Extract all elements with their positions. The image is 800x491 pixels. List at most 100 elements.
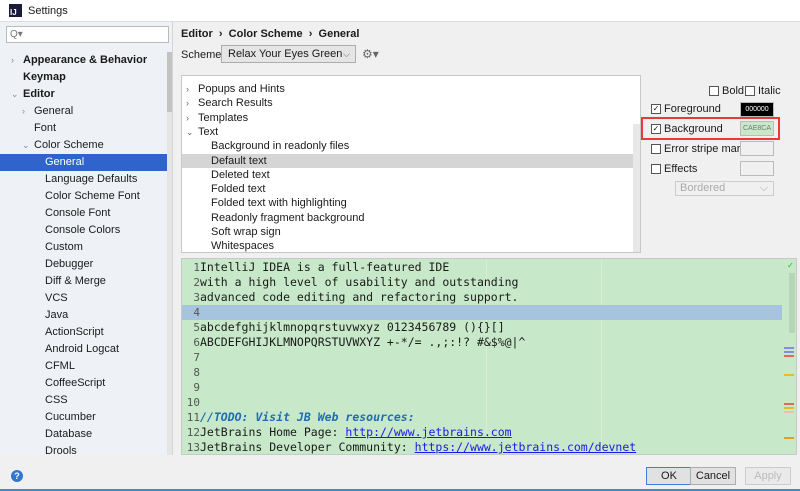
- italic-checkbox[interactable]: [745, 86, 755, 96]
- sidebar-item-label: General: [34, 105, 74, 117]
- sidebar-item[interactable]: Console Font: [0, 205, 167, 222]
- tree-scrollbar[interactable]: [633, 124, 640, 252]
- sidebar-item-label: Font: [34, 122, 57, 134]
- editor-line: 11//TODO: Visit JB Web resources:: [182, 410, 782, 425]
- help-icon[interactable]: ?: [11, 470, 23, 482]
- sidebar-item[interactable]: › Appearance & Behavior: [0, 52, 167, 69]
- sidebar-item[interactable]: VCS: [0, 290, 167, 307]
- sidebar-item[interactable]: ⌄ Color Scheme: [0, 137, 167, 154]
- sidebar-item[interactable]: Database: [0, 426, 167, 443]
- line-text: abcdefghijklmnopqrstuvwxyz 0123456789 ()…: [200, 320, 505, 334]
- line-number: 3: [193, 291, 200, 304]
- cancel-button[interactable]: Cancel: [690, 467, 736, 485]
- effects-checkbox[interactable]: [651, 164, 661, 174]
- sidebar-item[interactable]: CoffeeScript: [0, 375, 167, 392]
- scheme-label: Scheme:: [181, 49, 225, 61]
- sidebar-item[interactable]: Diff & Merge: [0, 273, 167, 290]
- sidebar-item-label: Console Font: [45, 207, 111, 219]
- error-stripe-checkbox[interactable]: [651, 144, 661, 154]
- sidebar-scrollbar[interactable]: [167, 52, 172, 455]
- sidebar-item[interactable]: › General: [0, 103, 167, 120]
- sidebar-item-label: Language Defaults: [45, 173, 138, 185]
- chevron-down-icon[interactable]: ⌄: [22, 137, 30, 154]
- effects-style-value: Bordered: [680, 182, 726, 194]
- preview-editor[interactable]: 1IntelliJ IDEA is a full-featured IDE 2wi…: [181, 258, 797, 455]
- chevron-right-icon[interactable]: ›: [186, 111, 189, 125]
- link[interactable]: http://www.jetbrains.com: [345, 425, 511, 439]
- chevron-right-icon[interactable]: ›: [186, 82, 189, 96]
- line-number: 11: [186, 411, 200, 424]
- sidebar-item-label: General: [45, 156, 85, 168]
- tree-row[interactable]: Readonly fragment background: [182, 211, 634, 225]
- sidebar-item[interactable]: Keymap: [0, 69, 167, 86]
- line-number: 12: [186, 426, 200, 439]
- tree-row[interactable]: Folded text with highlighting: [182, 196, 634, 210]
- sidebar-item-label: ActionScript: [45, 326, 104, 338]
- sidebar-item[interactable]: Custom: [0, 239, 167, 256]
- sidebar-item[interactable]: Language Defaults: [0, 171, 167, 188]
- tree-row-label: Soft wrap sign: [211, 226, 281, 238]
- tree-row[interactable]: ⌄ Text: [182, 125, 634, 139]
- editor-scrollbar[interactable]: [789, 273, 795, 333]
- effects-label: Effects: [664, 163, 698, 175]
- breadcrumb: Editor › Color Scheme › General: [181, 28, 360, 40]
- effects-style-dropdown[interactable]: Bordered ⌵: [675, 181, 774, 196]
- tree-row-label: Deleted text: [211, 168, 270, 181]
- tree-row[interactable]: Whitespaces: [182, 239, 634, 252]
- sidebar-item[interactable]: General: [0, 154, 167, 171]
- ok-button[interactable]: OK: [646, 467, 692, 485]
- sidebar-item[interactable]: Android Logcat: [0, 341, 167, 358]
- sidebar-item[interactable]: CSS: [0, 392, 167, 409]
- sidebar-item[interactable]: Debugger: [0, 256, 167, 273]
- bold-checkbox[interactable]: [709, 86, 719, 96]
- sidebar-item[interactable]: Cucumber: [0, 409, 167, 426]
- gear-icon[interactable]: ⚙▾: [362, 47, 379, 61]
- editor-line: 10: [182, 395, 782, 410]
- foreground-color-swatch[interactable]: 000000: [740, 102, 774, 117]
- sidebar-item[interactable]: Font: [0, 120, 167, 137]
- tree-row-label: Popups and Hints: [198, 83, 285, 95]
- line-text: ABCDEFGHIJKLMNOPQRSTUVWXYZ +-*/= .,;:!? …: [200, 335, 526, 349]
- tree-row[interactable]: Deleted text: [182, 168, 634, 182]
- tree-row[interactable]: › Popups and Hints: [182, 82, 634, 96]
- tree-row[interactable]: › Search Results: [182, 96, 634, 110]
- sidebar-item[interactable]: CFML: [0, 358, 167, 375]
- tree-row[interactable]: › Templates: [182, 111, 634, 125]
- settings-sidebar: Q▾ › Appearance & Behavior Keymap ⌄ Editor › G…: [0, 22, 173, 455]
- tree-row-label: Background in readonly files: [211, 140, 350, 153]
- tree-row[interactable]: Background in readonly files: [182, 139, 634, 153]
- editor-line: 7: [182, 350, 782, 365]
- editor-line: 8: [182, 365, 782, 380]
- tree-row[interactable]: Folded text: [182, 182, 634, 196]
- foreground-checkbox[interactable]: ✓: [651, 104, 661, 114]
- sidebar-item[interactable]: Drools: [0, 443, 167, 455]
- tree-row[interactable]: Default text: [182, 153, 634, 168]
- chevron-right-icon[interactable]: ›: [11, 52, 14, 69]
- apply-button[interactable]: Apply: [745, 467, 791, 485]
- sidebar-item[interactable]: Java: [0, 307, 167, 324]
- sidebar-item-label: Keymap: [23, 71, 66, 83]
- sidebar-item[interactable]: ⌄ Editor: [0, 86, 167, 103]
- sidebar-item[interactable]: ActionScript: [0, 324, 167, 341]
- line-number: 1: [193, 261, 200, 274]
- sidebar-item-label: Color Scheme Font: [45, 190, 140, 202]
- chevron-right-icon[interactable]: ›: [22, 103, 25, 120]
- tree-row[interactable]: Soft wrap sign: [182, 225, 634, 239]
- line-number: 9: [193, 381, 200, 394]
- search-input[interactable]: Q▾: [6, 26, 169, 43]
- chevron-right-icon[interactable]: ›: [186, 96, 189, 110]
- effects-swatch[interactable]: [740, 161, 774, 176]
- chevron-down-icon[interactable]: ⌄: [186, 125, 194, 139]
- tree-row-label: Templates: [198, 111, 249, 124]
- scheme-dropdown[interactable]: Relax Your Eyes Green ⌵: [221, 45, 356, 63]
- link[interactable]: https://www.jetbrains.com/devnet: [415, 440, 637, 454]
- sidebar-item-label: Cucumber: [45, 411, 96, 423]
- chevron-down-icon[interactable]: ⌄: [11, 86, 19, 103]
- line-number: 6: [193, 336, 200, 349]
- error-stripe-swatch[interactable]: [740, 141, 774, 156]
- sidebar-item-label: Drools: [45, 445, 77, 455]
- sidebar-item-label: VCS: [45, 292, 68, 304]
- sidebar-item[interactable]: Console Colors: [0, 222, 167, 239]
- sidebar-item-label: Editor: [23, 88, 55, 100]
- sidebar-item[interactable]: Color Scheme Font: [0, 188, 167, 205]
